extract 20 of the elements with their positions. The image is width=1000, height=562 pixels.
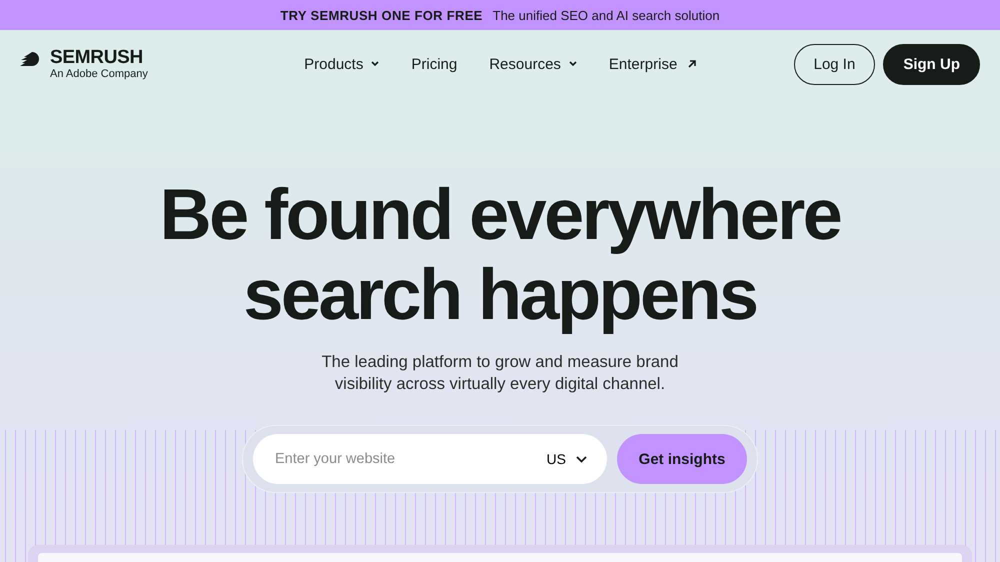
website-input-field[interactable]: Enter your website US — [253, 434, 607, 484]
logo-wordmark: SEMRUSH — [50, 48, 144, 67]
nav-item[interactable]: Products — [304, 56, 380, 72]
nav-item[interactable]: Resources — [489, 56, 577, 72]
promo-link[interactable]: TRY SEMRUSH ONE FOR FREE — [280, 8, 483, 22]
hero-subtitle: The leading platform to grow and measure brand visibility across virtually every digital channel. — [320, 352, 680, 395]
promo-text: The unified SEO and AI search solution — [492, 8, 720, 22]
hero-title: Be found everywhere — [160, 175, 840, 255]
arrow-up-right-icon — [687, 59, 698, 69]
nav-item[interactable]: Pricing — [411, 56, 458, 72]
country-select[interactable]: US — [546, 451, 587, 467]
get-insights-button[interactable]: Get insights — [617, 434, 747, 484]
nav-item[interactable]: Enterprise — [608, 56, 698, 72]
chevron-down-icon — [371, 61, 380, 67]
sign-up-button[interactable]: Sign Up — [883, 44, 980, 84]
chevron-down-icon — [568, 61, 577, 67]
hero-title: search happens — [243, 255, 757, 335]
chevron-down-icon — [576, 456, 587, 462]
logo-tagline: An Adobe Company — [50, 69, 148, 80]
log-in-button[interactable]: Log In — [794, 44, 876, 84]
